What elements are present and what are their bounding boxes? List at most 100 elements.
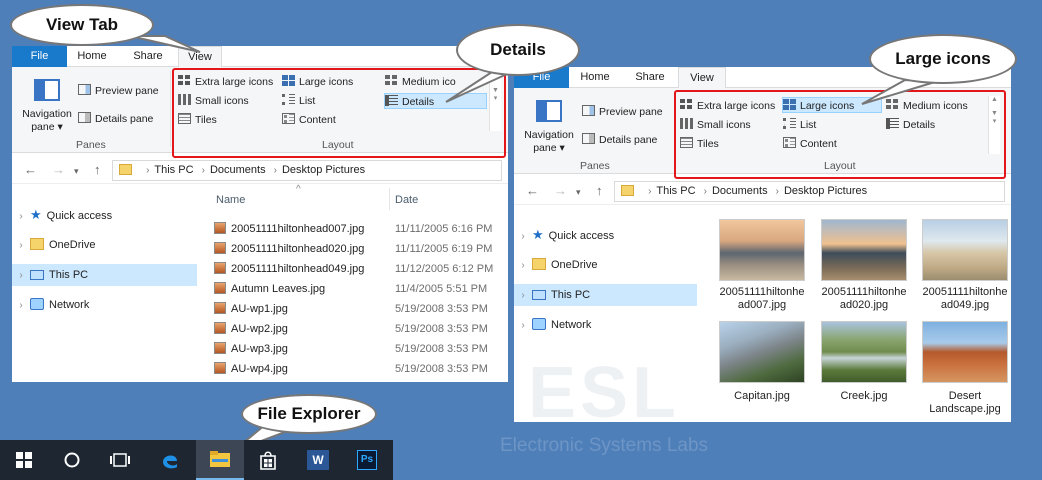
breadcrumb-documents[interactable]: Documents [210, 164, 266, 176]
table-row[interactable]: AU-wp4.jpg 5/19/2008 3:53 PM [214, 359, 504, 379]
tab-share[interactable]: Share [626, 67, 674, 88]
photoshop-button[interactable]: Ps [343, 440, 391, 480]
edge-button[interactable] [146, 440, 194, 480]
file-label[interactable]: Capitan.jpg [712, 390, 812, 403]
breadcrumb-documents[interactable]: Documents [712, 185, 768, 197]
chevron-right-icon[interactable]: › [514, 315, 532, 337]
tab-view[interactable]: View [678, 67, 726, 89]
store-icon [260, 451, 276, 470]
store-button[interactable] [244, 440, 292, 480]
thumbnail-beach-sunset-1[interactable] [719, 219, 805, 281]
tree-quick-access[interactable]: › ★ Quick access [514, 224, 697, 246]
table-row[interactable]: AU-wp3.jpg 5/19/2008 3:53 PM [214, 339, 504, 359]
jpg-file-icon [214, 302, 226, 314]
folder-icon [119, 164, 132, 175]
navigation-pane-button[interactable]: Navigation pane ▾ [18, 108, 76, 134]
breadcrumb-desktop-pictures[interactable]: Desktop Pictures [784, 185, 867, 197]
file-explorer-button[interactable] [196, 440, 244, 480]
thumbnail-creek[interactable] [821, 321, 907, 383]
address-box[interactable]: › This PC › Documents › Desktop Pictures [112, 160, 502, 181]
chevron-right-icon[interactable]: › [12, 295, 30, 317]
details-pane-icon [582, 133, 595, 144]
chevron-right-icon[interactable]: › [12, 206, 30, 228]
navigation-pane-button[interactable]: Navigation pane ▾ [520, 129, 578, 155]
tree-network[interactable]: › Network [514, 314, 697, 336]
navigation-pane-icon[interactable] [536, 100, 562, 122]
address-box[interactable]: › This PC › Documents › Desktop Pictures [614, 181, 1005, 202]
jpg-file-icon [214, 362, 226, 374]
preview-pane-button[interactable]: Preview pane [582, 104, 663, 120]
forward-arrow-icon[interactable]: → [554, 183, 567, 198]
callout-file-explorer: File Explorer [241, 394, 377, 434]
thumbnail-el-capitan[interactable] [719, 321, 805, 383]
tree-onedrive[interactable]: › OneDrive [12, 234, 197, 256]
column-header-name[interactable]: Name [216, 194, 245, 206]
forward-arrow-icon[interactable]: → [52, 162, 65, 177]
start-button[interactable] [0, 440, 48, 480]
jpg-file-icon [214, 242, 226, 254]
up-arrow-icon[interactable]: ↑ [596, 183, 603, 198]
task-view-icon [110, 453, 130, 467]
dropdown-arrow-icon[interactable]: ▾ [576, 187, 581, 198]
tab-file[interactable]: File [12, 46, 67, 67]
chevron-right-icon[interactable]: › [12, 265, 30, 287]
tree-network[interactable]: › Network [12, 294, 197, 316]
dropdown-arrow-icon[interactable]: ▾ [74, 166, 79, 177]
breadcrumb-this-pc[interactable]: This PC [154, 164, 193, 176]
tree-this-pc[interactable]: › This PC [12, 264, 197, 286]
details-pane-icon [78, 112, 91, 123]
taskbar: W Ps [0, 440, 393, 480]
ribbon-separator [170, 71, 171, 147]
jpg-file-icon [214, 222, 226, 234]
preview-pane-button[interactable]: Preview pane [78, 83, 159, 99]
computer-icon [532, 290, 546, 300]
details-pane-button[interactable]: Details pane [582, 132, 657, 148]
chevron-right-icon[interactable]: › [514, 255, 532, 277]
up-arrow-icon[interactable]: ↑ [94, 162, 101, 177]
tree-quick-access[interactable]: › ★ Quick access [12, 204, 197, 226]
table-row[interactable]: AU-wp2.jpg 5/19/2008 3:53 PM [214, 319, 504, 339]
ribbon-tabs: File Home Share View [12, 46, 508, 68]
table-row[interactable]: 20051111hiltonhead049.jpg 11/12/2005 6:12… [214, 259, 504, 279]
column-header-date[interactable]: Date [395, 194, 418, 206]
file-label[interactable]: Creek.jpg [814, 390, 914, 403]
thumbnail-desert-landscape[interactable] [922, 321, 1008, 383]
back-arrow-icon[interactable]: ← [24, 162, 37, 177]
file-label[interactable]: 20051111hiltonhe ad007.jpg [712, 286, 812, 312]
file-label[interactable]: Desert Landscape.jpg [915, 390, 1011, 416]
tab-home[interactable]: Home [572, 67, 618, 88]
table-row[interactable]: AU-wp1.jpg 5/19/2008 3:53 PM [214, 299, 504, 319]
breadcrumb-desktop-pictures[interactable]: Desktop Pictures [282, 164, 365, 176]
network-icon [30, 298, 44, 310]
callout-details: Details [456, 24, 580, 76]
word-icon: W [307, 450, 329, 470]
tree-this-pc[interactable]: › This PC [514, 284, 697, 306]
task-view-button[interactable] [96, 440, 144, 480]
star-icon: ★ [532, 227, 544, 242]
chevron-right-icon[interactable]: › [12, 235, 30, 257]
jpg-file-icon [214, 282, 226, 294]
panes-group-label: Panes [580, 160, 610, 172]
file-label[interactable]: 20051111hiltonhe ad020.jpg [814, 286, 914, 312]
navigation-tree: › ★ Quick access › OneDrive › This PC › Netwo… [12, 186, 197, 382]
tab-home[interactable]: Home [67, 46, 117, 67]
back-arrow-icon[interactable]: ← [526, 183, 539, 198]
tree-onedrive[interactable]: › OneDrive [514, 254, 697, 276]
thumbnail-beach-sunset-2[interactable] [821, 219, 907, 281]
chevron-right-icon[interactable]: › [514, 285, 532, 307]
thumbnail-beach-dunes[interactable] [922, 219, 1008, 281]
folder-icon [532, 258, 546, 270]
table-row[interactable]: Autumn Leaves.jpg 11/4/2005 5:51 PM [214, 279, 504, 299]
cortana-button[interactable] [48, 440, 96, 480]
word-button[interactable]: W [294, 440, 342, 480]
navigation-pane-icon[interactable] [34, 79, 60, 101]
table-row[interactable]: 20051111hiltonhead020.jpg 11/11/2005 6:19… [214, 239, 504, 259]
tab-share[interactable]: Share [124, 46, 172, 67]
preview-pane-icon [582, 105, 595, 116]
file-label[interactable]: 20051111hiltonhe ad049.jpg [915, 286, 1011, 312]
chevron-right-icon[interactable]: › [514, 226, 532, 248]
details-pane-button[interactable]: Details pane [78, 111, 153, 127]
tab-view[interactable]: View [178, 46, 222, 68]
table-row[interactable]: 20051111hiltonhead007.jpg 11/11/2005 6:16… [214, 219, 504, 239]
breadcrumb-this-pc[interactable]: This PC [656, 185, 695, 197]
